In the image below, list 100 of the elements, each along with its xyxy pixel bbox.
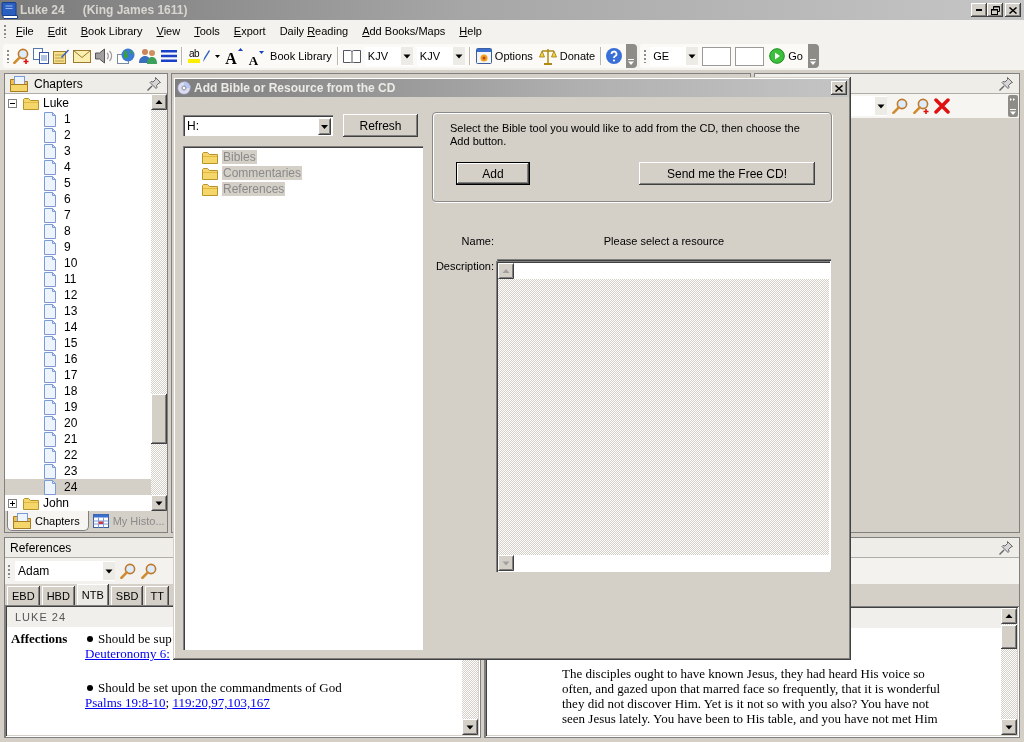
book-library-button[interactable]: Book Library — [269, 45, 333, 67]
tree-item[interactable]: 2 — [5, 127, 151, 143]
grip-icon[interactable] — [644, 49, 647, 63]
tree-item[interactable]: 16 — [5, 351, 151, 367]
help-icon[interactable] — [606, 48, 623, 64]
tree-item[interactable]: 3 — [5, 143, 151, 159]
tree-item[interactable]: 12 — [5, 287, 151, 303]
copy-icon[interactable] — [33, 48, 49, 64]
tab[interactable]: HBD — [41, 586, 75, 605]
version-dropdown[interactable]: KJV — [416, 46, 465, 66]
tree-item[interactable]: 6 — [5, 191, 151, 207]
pin-icon[interactable] — [999, 76, 1013, 91]
action-button[interactable]: Add — [456, 162, 530, 185]
scroll-down-icon[interactable] — [462, 719, 478, 735]
tab[interactable]: NTB — [76, 584, 109, 605]
menu-item[interactable]: File — [9, 22, 41, 40]
tab[interactable]: EBD — [7, 586, 40, 605]
donate-button[interactable]: Donate — [537, 45, 597, 67]
tree-item[interactable]: 18 — [5, 383, 151, 399]
toolbar-overflow-icon[interactable] — [807, 44, 819, 68]
tree-item[interactable]: 5 — [5, 175, 151, 191]
scroll-up-icon[interactable] — [498, 263, 514, 279]
menu-item[interactable]: Daily Reading — [272, 22, 356, 40]
tree-item[interactable]: 7 — [5, 207, 151, 223]
refresh-button[interactable]: Refresh — [343, 114, 418, 137]
tab[interactable]: TT — [145, 586, 169, 605]
tree-item[interactable]: 1 — [5, 111, 151, 127]
menu-item[interactable]: Help — [452, 22, 489, 40]
list-lines-icon[interactable] — [161, 50, 177, 62]
tree-item[interactable]: 4 — [5, 159, 151, 175]
tab[interactable]: SBD — [110, 586, 144, 605]
tree-item[interactable]: Luke — [5, 95, 151, 111]
magnifier-icon[interactable] — [141, 563, 157, 579]
scroll-down-icon[interactable] — [498, 555, 514, 571]
tree-item[interactable]: 13 — [5, 303, 151, 319]
toolbar-overflow-icon[interactable] — [626, 44, 638, 68]
version-dropdown[interactable]: KJV — [364, 46, 413, 66]
scrollbar-thumb[interactable] — [1001, 625, 1017, 649]
tree-item[interactable]: 11 — [5, 271, 151, 287]
delete-icon[interactable] — [934, 98, 950, 114]
expand-icon[interactable] — [8, 498, 17, 508]
highlight-button[interactable]: ab — [187, 45, 212, 67]
reference-link[interactable]: Deuteronomy 6: — [85, 646, 170, 661]
globe-icon[interactable] — [117, 48, 135, 64]
menu-item[interactable]: Add Books/Maps — [355, 22, 453, 40]
menu-item[interactable]: Tools — [187, 22, 227, 40]
action-button[interactable]: Send me the Free CD! — [639, 162, 815, 185]
envelope-icon[interactable] — [73, 49, 91, 63]
search-icon[interactable] — [892, 98, 908, 114]
tree-item[interactable]: 17 — [5, 367, 151, 383]
search-icon[interactable] — [120, 563, 136, 579]
tree-item[interactable]: John — [5, 495, 151, 511]
search-plus-icon[interactable] — [913, 98, 929, 114]
book-dropdown[interactable]: GE — [650, 46, 699, 66]
options-button[interactable]: Options — [474, 45, 534, 67]
scroll-up-icon[interactable] — [151, 94, 167, 110]
scroll-up-icon[interactable] — [1001, 608, 1017, 624]
reference-link[interactable]: Psalms 19:8-10 — [85, 695, 166, 710]
restore-button[interactable] — [987, 3, 1003, 17]
close-button[interactable] — [1005, 3, 1021, 17]
search-plus-icon[interactable] — [13, 48, 29, 64]
tree-item[interactable]: 8 — [5, 223, 151, 239]
tree-item[interactable]: 21 — [5, 431, 151, 447]
notepad-pencil-icon[interactable] — [53, 48, 69, 64]
tree-item[interactable]: 10 — [5, 255, 151, 271]
caret-icon[interactable] — [215, 54, 221, 58]
scroll-down-icon[interactable] — [151, 495, 167, 511]
increase-font-button[interactable]: A — [224, 45, 244, 67]
dropdown-arrow-icon[interactable] — [318, 117, 331, 135]
reference-link[interactable]: 119:20,97,103,167 — [172, 695, 270, 710]
go-button[interactable]: Go — [768, 45, 804, 67]
tree-item[interactable]: 24 — [5, 479, 151, 495]
panel-tab[interactable]: Chapters — [7, 511, 89, 531]
toolbar-overflow-icon[interactable] — [1008, 95, 1018, 117]
menu-item[interactable]: Export — [226, 22, 273, 40]
tree-item[interactable]: 14 — [5, 319, 151, 335]
search-dropdown[interactable]: Adam — [15, 561, 115, 581]
pin-icon[interactable] — [999, 540, 1013, 555]
menu-item[interactable]: View — [149, 22, 188, 40]
tree-item[interactable]: 9 — [5, 239, 151, 255]
tree-item[interactable]: 22 — [5, 447, 151, 463]
drive-dropdown[interactable]: H: — [183, 115, 333, 136]
close-button[interactable] — [831, 81, 847, 95]
tree-item[interactable]: 19 — [5, 399, 151, 415]
menu-item[interactable]: Book Library — [73, 22, 150, 40]
tree-item[interactable]: 20 — [5, 415, 151, 431]
speaker-icon[interactable] — [95, 48, 113, 64]
input-field[interactable] — [735, 46, 765, 66]
input-field[interactable] — [702, 46, 732, 66]
minimize-button[interactable] — [971, 3, 987, 17]
pin-icon[interactable] — [147, 76, 161, 91]
collapse-icon[interactable] — [8, 98, 17, 108]
people-icon[interactable] — [139, 48, 157, 64]
tree-item[interactable]: 23 — [5, 463, 151, 479]
tree-item[interactable]: 15 — [5, 335, 151, 351]
scroll-down-icon[interactable] — [1001, 719, 1017, 735]
open-book-icon[interactable] — [342, 49, 361, 63]
menu-item[interactable]: Edit — [40, 22, 74, 40]
decrease-font-button[interactable]: A — [247, 45, 266, 67]
scrollbar-thumb[interactable] — [151, 394, 167, 444]
